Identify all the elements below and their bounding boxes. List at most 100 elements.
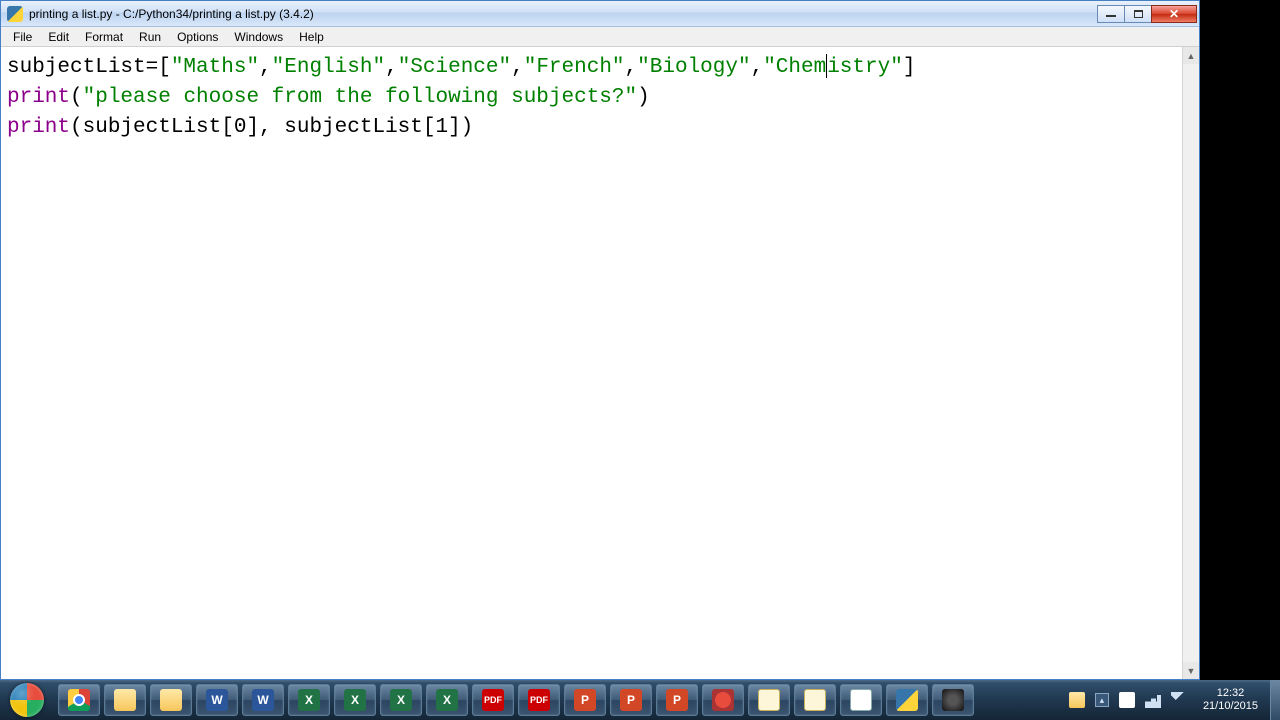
clock-date: 21/10/2015 <box>1203 700 1258 713</box>
taskbar-app-snagit[interactable] <box>702 684 744 716</box>
notepad-icon <box>758 689 780 711</box>
obs-icon <box>942 689 964 711</box>
notepad-2-icon <box>804 689 826 711</box>
taskbar-app-excel-3[interactable]: X <box>380 684 422 716</box>
menu-file[interactable]: File <box>5 28 40 46</box>
excel-4-icon: X <box>436 689 458 711</box>
taskbar-clock[interactable]: 12:32 21/10/2015 <box>1197 687 1264 713</box>
pdf-icon: PDF <box>482 689 504 711</box>
code-text: , <box>751 56 764 79</box>
idle-icon <box>850 689 872 711</box>
tray-folder-icon[interactable] <box>1069 692 1085 708</box>
python-file-icon <box>7 6 23 22</box>
title-bar[interactable]: printing a list.py - C:/Python34/printin… <box>1 1 1199 27</box>
taskbar-app-ppt-3[interactable]: P <box>656 684 698 716</box>
menu-help[interactable]: Help <box>291 28 332 46</box>
string-literal: "Biology" <box>637 56 750 79</box>
close-button[interactable]: ✕ <box>1151 5 1197 23</box>
taskbar[interactable]: W W X X X X PDF PDF P P P ▴ 12:32 21/10/2015 <box>0 680 1280 720</box>
builtin-name: print <box>7 86 70 109</box>
string-literal: "French" <box>524 56 625 79</box>
taskbar-app-excel-4[interactable]: X <box>426 684 468 716</box>
string-literal: "Science" <box>398 56 511 79</box>
taskbar-app-notepad[interactable] <box>748 684 790 716</box>
code-text: ] <box>903 56 916 79</box>
excel-2-icon: X <box>344 689 366 711</box>
taskbar-app-pdf-2[interactable]: PDF <box>518 684 560 716</box>
scroll-down-icon[interactable]: ▼ <box>1183 662 1199 679</box>
excel-icon: X <box>298 689 320 711</box>
window-title: printing a list.py - C:/Python34/printin… <box>29 7 1098 21</box>
explorer-icon <box>114 689 136 711</box>
taskbar-app-obs[interactable] <box>932 684 974 716</box>
taskbar-app-explorer-2[interactable] <box>150 684 192 716</box>
taskbar-app-notepad-2[interactable] <box>794 684 836 716</box>
code-text: , <box>511 56 524 79</box>
taskbar-app-ppt[interactable]: P <box>564 684 606 716</box>
string-literal: "English" <box>272 56 385 79</box>
editor-area: subjectList=["Maths","English","Science"… <box>1 47 1199 679</box>
ppt-3-icon: P <box>666 689 688 711</box>
close-icon: ✕ <box>1169 8 1179 20</box>
minimize-icon <box>1106 15 1116 17</box>
taskbar-app-explorer[interactable] <box>104 684 146 716</box>
menu-format[interactable]: Format <box>77 28 131 46</box>
menu-edit[interactable]: Edit <box>40 28 77 46</box>
ppt-2-icon: P <box>620 689 642 711</box>
word-2-icon: W <box>252 689 274 711</box>
string-literal: istry" <box>827 56 903 79</box>
taskbar-app-ppt-2[interactable]: P <box>610 684 652 716</box>
taskbar-app-word[interactable]: W <box>196 684 238 716</box>
word-icon: W <box>206 689 228 711</box>
taskbar-app-pdf[interactable]: PDF <box>472 684 514 716</box>
volume-icon[interactable] <box>1171 692 1187 708</box>
maximize-button[interactable] <box>1124 5 1152 23</box>
vertical-scrollbar[interactable]: ▲ ▼ <box>1182 47 1199 679</box>
menu-windows[interactable]: Windows <box>226 28 291 46</box>
idle-window: printing a list.py - C:/Python34/printin… <box>0 0 1200 680</box>
window-buttons: ✕ <box>1098 5 1197 23</box>
tray-expand-button[interactable]: ▴ <box>1095 693 1109 707</box>
taskbar-app-word-2[interactable]: W <box>242 684 284 716</box>
desktop-background <box>1200 0 1280 720</box>
builtin-name: print <box>7 116 70 139</box>
menu-options[interactable]: Options <box>169 28 226 46</box>
clock-time: 12:32 <box>1203 687 1258 700</box>
menu-bar: File Edit Format Run Options Windows Hel… <box>1 27 1199 47</box>
taskbar-app-chrome[interactable] <box>58 684 100 716</box>
excel-3-icon: X <box>390 689 412 711</box>
string-literal: "Chem <box>763 56 826 79</box>
taskbar-apps: W W X X X X PDF PDF P P P <box>54 684 1059 716</box>
taskbar-app-python[interactable] <box>886 684 928 716</box>
python-icon <box>896 689 918 711</box>
system-tray: ▴ 12:32 21/10/2015 <box>1059 680 1270 720</box>
string-literal: "please choose from the following subjec… <box>83 86 638 109</box>
code-text: subjectList=[ <box>7 56 171 79</box>
show-desktop-button[interactable] <box>1270 680 1280 720</box>
network-icon[interactable] <box>1145 692 1161 708</box>
ppt-icon: P <box>574 689 596 711</box>
code-text: , <box>259 56 272 79</box>
taskbar-app-excel-2[interactable]: X <box>334 684 376 716</box>
code-text: , <box>625 56 638 79</box>
code-editor[interactable]: subjectList=["Maths","English","Science"… <box>1 47 1182 679</box>
pdf-2-icon: PDF <box>528 689 550 711</box>
minimize-button[interactable] <box>1097 5 1125 23</box>
action-center-icon[interactable] <box>1119 692 1135 708</box>
code-text: ) <box>637 86 650 109</box>
string-literal: "Maths" <box>171 56 259 79</box>
menu-run[interactable]: Run <box>131 28 169 46</box>
code-text: , <box>385 56 398 79</box>
chrome-icon <box>68 689 90 711</box>
scroll-track[interactable] <box>1183 64 1199 662</box>
taskbar-app-excel[interactable]: X <box>288 684 330 716</box>
code-text: (subjectList[0], subjectList[1]) <box>70 116 473 139</box>
start-button[interactable] <box>0 680 54 720</box>
taskbar-app-idle[interactable] <box>840 684 882 716</box>
code-text: ( <box>70 86 83 109</box>
windows-logo-icon <box>10 683 44 717</box>
scroll-up-icon[interactable]: ▲ <box>1183 47 1199 64</box>
explorer-2-icon <box>160 689 182 711</box>
maximize-icon <box>1134 10 1143 18</box>
snagit-icon <box>712 689 734 711</box>
